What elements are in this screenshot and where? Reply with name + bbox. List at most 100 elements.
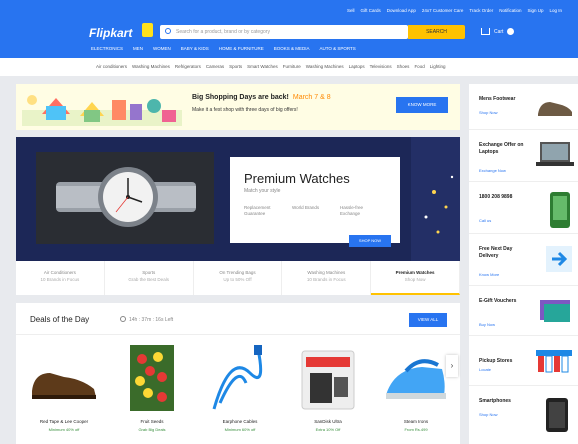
hero-tab[interactable]: Sports Grab the Best Deals <box>105 261 194 295</box>
deals-timer-text: 14h : 37m : 16s Left <box>129 317 174 323</box>
sidebar-item[interactable]: Exchange Offer on Laptops Exchange Now <box>469 130 578 182</box>
top-link-log-in[interactable]: Log In <box>549 8 562 13</box>
subnav-item[interactable]: Food <box>414 64 424 69</box>
subnav-item[interactable]: Laptops <box>349 64 365 69</box>
product-card[interactable]: Red Tape & Lee Cooper Minimum 40% off <box>24 339 104 444</box>
hero-tab-subtitle: Up to 50% Off <box>223 277 252 282</box>
product-card[interactable]: Earphone Cables Minimum 60% off <box>200 339 280 444</box>
category-baby-kids[interactable]: BABY & KIDS <box>178 46 212 51</box>
shop-now-button[interactable]: SHOP NOW <box>349 235 391 247</box>
sidebar-title: E-Gift Vouchers <box>479 298 517 304</box>
sidebar-title: Pickup Stores <box>479 358 513 364</box>
banner-subtitle: Make it a fest shop with three days of b… <box>192 107 298 113</box>
banner-date: March 7 & 8 <box>292 94 331 101</box>
product-card[interactable]: SanDisk Ultra Extra 10% Off <box>288 339 368 444</box>
sidebar-item[interactable]: Free Next Day Delivery Know More <box>469 234 578 286</box>
promo-title: Premium Watches <box>244 171 350 186</box>
product-card[interactable]: Steam Irons From Rs.499 <box>376 339 456 444</box>
logo[interactable]: Flipkart <box>89 26 132 40</box>
subnav-item[interactable]: Televisions <box>370 64 392 69</box>
category-electronics[interactable]: ELECTRONICS <box>88 46 126 51</box>
sidebar-item[interactable]: E-Gift Vouchers Buy Now <box>469 286 578 336</box>
product-offer: Extra 10% Off <box>315 427 341 432</box>
next-arrow-icon[interactable]: › <box>446 355 458 377</box>
cart-badge <box>507 28 515 35</box>
sidebar-link[interactable]: Buy Now <box>479 322 495 327</box>
shopping-illustration-icon <box>22 95 182 126</box>
sidebar-link[interactable]: Call us <box>479 218 491 223</box>
top-link-sell[interactable]: Sell <box>347 8 355 13</box>
hero-tab[interactable]: Air Conditioners 10 Brands in Focus <box>16 261 105 295</box>
top-link-notification[interactable]: Notification <box>499 8 521 13</box>
category-home-furniture[interactable]: HOME & FURNITURE <box>216 46 267 51</box>
sidebar-title: Exchange Offer on Laptops <box>479 142 524 155</box>
hero-tab-title: Sports <box>142 270 156 275</box>
hero-tab-title: Washing Machines <box>307 270 346 275</box>
subnav-item[interactable]: Air conditioners <box>96 64 127 69</box>
sidebar-item[interactable]: Smartphones Shop Now <box>469 386 578 444</box>
product-name: Steam Irons <box>403 419 429 424</box>
sidebar-link[interactable]: Shop Now <box>479 412 497 417</box>
promo-feature: World Brands <box>292 205 320 210</box>
search-input[interactable]: Search for a product, brand or by catego… <box>176 29 270 35</box>
category-auto-sports[interactable]: AUTO & SPORTS <box>316 46 358 51</box>
subnav-item[interactable]: Refrigerators <box>175 64 201 69</box>
shoe-icon <box>538 102 572 116</box>
cart-icon <box>481 28 490 35</box>
deals-section: Deals of the Day 14h : 37m : 16s Left VI… <box>16 303 460 444</box>
sidebar-link[interactable]: Exchange Now <box>479 168 506 173</box>
view-all-button[interactable]: VIEW ALL <box>409 313 447 327</box>
category-nav: ELECTRONICS MEN WOMEN BABY & KIDS HOME &… <box>88 46 359 51</box>
sidebar-title: Smartphones <box>479 398 511 404</box>
subnav-item[interactable]: Lighting <box>430 64 446 69</box>
smartphone-icon <box>546 398 568 432</box>
watch-icon <box>36 152 214 244</box>
top-link-download-app[interactable]: Download App <box>387 8 416 13</box>
logo-badge-icon <box>142 23 153 37</box>
know-more-button[interactable]: KNOW MORE <box>396 97 448 113</box>
iron-icon <box>386 359 446 399</box>
shopping-days-banner[interactable]: Big Shopping Days are back! March 7 & 8 M… <box>16 84 460 130</box>
store-icon <box>536 350 572 373</box>
cart-button[interactable]: Cart <box>481 28 515 35</box>
promo-card: Premium Watches Match your style Replace… <box>230 157 400 243</box>
top-link-customer-care[interactable]: 24x7 Customer Care <box>422 8 464 13</box>
top-link-gift-cards[interactable]: Gift Cards <box>361 8 381 13</box>
product-name: SanDisk Ultra <box>314 419 342 424</box>
category-books-media[interactable]: BOOKS & MEDIA <box>271 46 313 51</box>
subnav-item[interactable]: Sports <box>229 64 242 69</box>
sidebar-item[interactable]: Mens Footwear Shop Now <box>469 84 578 130</box>
category-women[interactable]: WOMEN <box>150 46 174 51</box>
sidebar-item[interactable]: Pickup Stores Locate <box>469 336 578 386</box>
subnav-item[interactable]: Cameras <box>206 64 224 69</box>
sidebar-link[interactable]: Locate <box>479 367 491 372</box>
sidebar: Mens Footwear Shop Now Exchange Offer on… <box>469 84 578 444</box>
top-link-sign-up[interactable]: Sign Up <box>527 8 543 13</box>
sidebar-title: 1800 208 9898 <box>479 194 513 200</box>
delivery-arrow-icon <box>546 246 572 272</box>
category-men[interactable]: MEN <box>130 46 146 51</box>
subnav-item[interactable]: Shoes <box>397 64 410 69</box>
subnav-item[interactable]: Smart Watches <box>247 64 278 69</box>
product-offer: Minimum 60% off <box>224 427 256 432</box>
hero-tab[interactable]: On Trending Bags Up to 50% Off <box>194 261 283 295</box>
hero-tab[interactable]: Washing Machines 10 Brands in Focus <box>282 261 372 295</box>
search-button[interactable]: SEARCH <box>408 25 465 39</box>
hero-tab-active[interactable]: Premium Watches Shop Now <box>371 261 460 295</box>
subnav-item[interactable]: Washing Machines <box>132 64 170 69</box>
top-link-track-order[interactable]: Track Order <box>469 8 493 13</box>
subnav-item[interactable]: Furniture <box>283 64 301 69</box>
search-icon <box>165 28 171 34</box>
sidebar-link[interactable]: Shop Now <box>479 110 497 115</box>
sidebar-link[interactable]: Know More <box>479 272 499 277</box>
hero-tab-subtitle: 10 Brands in Focus <box>40 277 80 282</box>
memory-card-icon <box>301 350 355 410</box>
product-offer: Grab Big Deals <box>138 427 166 432</box>
product-offer: From Rs.499 <box>404 427 428 432</box>
product-card[interactable]: Fruit Seeds Grab Big Deals <box>112 339 192 444</box>
promo-feature: Hassle-free Exchange <box>340 205 364 216</box>
sidebar-item[interactable]: 1800 208 9898 Call us <box>469 182 578 234</box>
hero-carousel[interactable]: Premium Watches Match your style Replace… <box>16 137 460 261</box>
laptop-icon <box>536 142 574 166</box>
subnav-item[interactable]: Washing Machines <box>306 64 344 69</box>
